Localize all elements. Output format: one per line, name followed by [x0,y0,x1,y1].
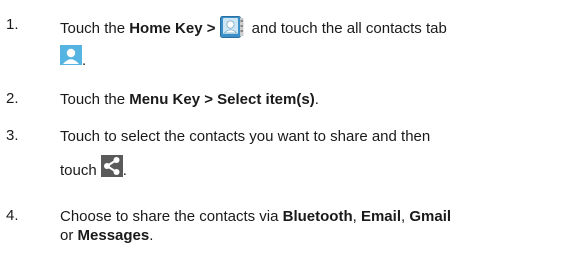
email-label: Email [360,208,401,225]
step-number: 3. [6,127,19,144]
step-line-2: . [60,45,86,69]
step-text-plain: . [314,91,319,108]
gmail-label: Gmail [409,208,452,225]
step-text: Touch to select the contacts you want to… [60,127,582,146]
step-text-plain: Touch to select the contacts you want to… [60,128,431,145]
bluetooth-label: Bluetooth [282,208,353,225]
step-number: 1. [6,16,19,33]
step-line-2: touch . [60,155,127,179]
step-text: Choose to share the contacts via Bluetoo… [60,207,582,245]
contacts-app-icon [219,16,244,38]
step-number: 4. [6,207,19,224]
step-text-plain: Touch the [60,20,130,37]
share-icon [100,155,123,177]
step-text: Touch the Menu Key > Select item(s). [60,90,582,109]
step-text-plain: and touch the all contacts tab [247,20,447,37]
messages-label: Messages [77,227,150,244]
step-text-plain: . [122,162,127,179]
contacts-tab-icon [60,45,82,65]
step-text-plain: . [149,227,154,244]
step-text-plain: Touch the [60,91,130,108]
step-number: 2. [6,90,19,107]
menu-key-label: Menu Key > Select item(s) [129,91,315,108]
step-text-plain: touch [60,162,97,179]
step-text: Touch the Home Key > and touch the all c… [60,16,582,38]
step-text-plain: . [82,52,87,69]
home-key-label: Home Key > [129,20,216,37]
step-text-plain: or [60,227,78,244]
step-text-plain: , [352,208,361,225]
step-text-plain: Choose to share the contacts via [60,208,283,225]
